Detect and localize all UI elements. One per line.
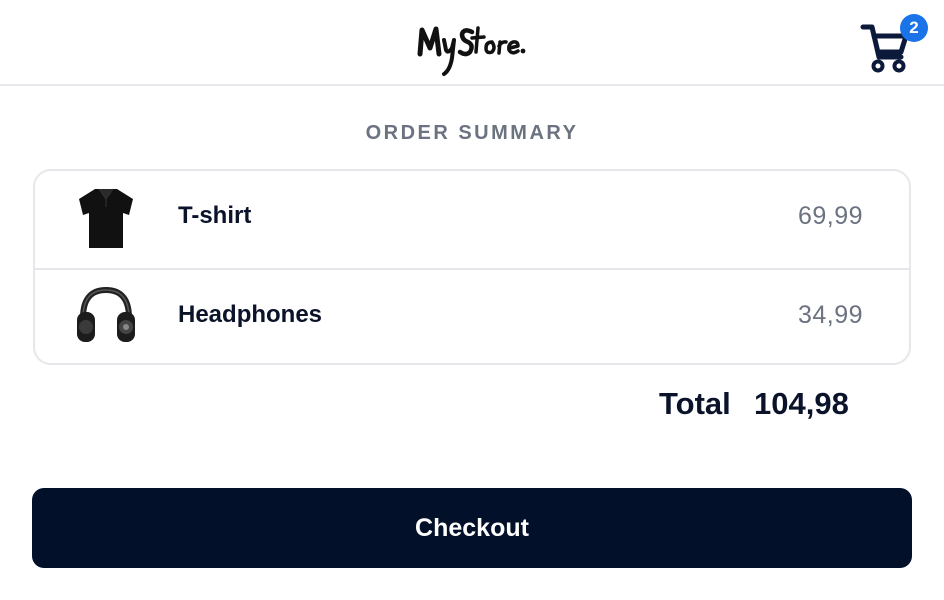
headphones-icon xyxy=(77,286,135,342)
store-logo[interactable] xyxy=(406,14,536,80)
total-value: 104,98 xyxy=(754,386,849,421)
item-name: T-shirt xyxy=(178,202,252,229)
order-item-row: Headphones 34,99 xyxy=(35,268,909,363)
order-item-row: T-shirt 69,99 xyxy=(35,171,909,268)
order-summary-title: ORDER SUMMARY xyxy=(365,122,579,144)
item-name: Headphones xyxy=(178,301,323,328)
app-header: 2 xyxy=(0,0,944,86)
t-shirt-icon xyxy=(79,188,133,248)
total-label: Total xyxy=(659,386,731,421)
checkout-button[interactable]: Checkout xyxy=(32,488,912,568)
item-price: 34,99 xyxy=(797,301,863,329)
cart-count-badge: 2 xyxy=(900,14,928,42)
order-items-list: T-shirt 69,99 Headphones 34,99 xyxy=(33,169,911,365)
item-price: 69,99 xyxy=(797,202,863,230)
